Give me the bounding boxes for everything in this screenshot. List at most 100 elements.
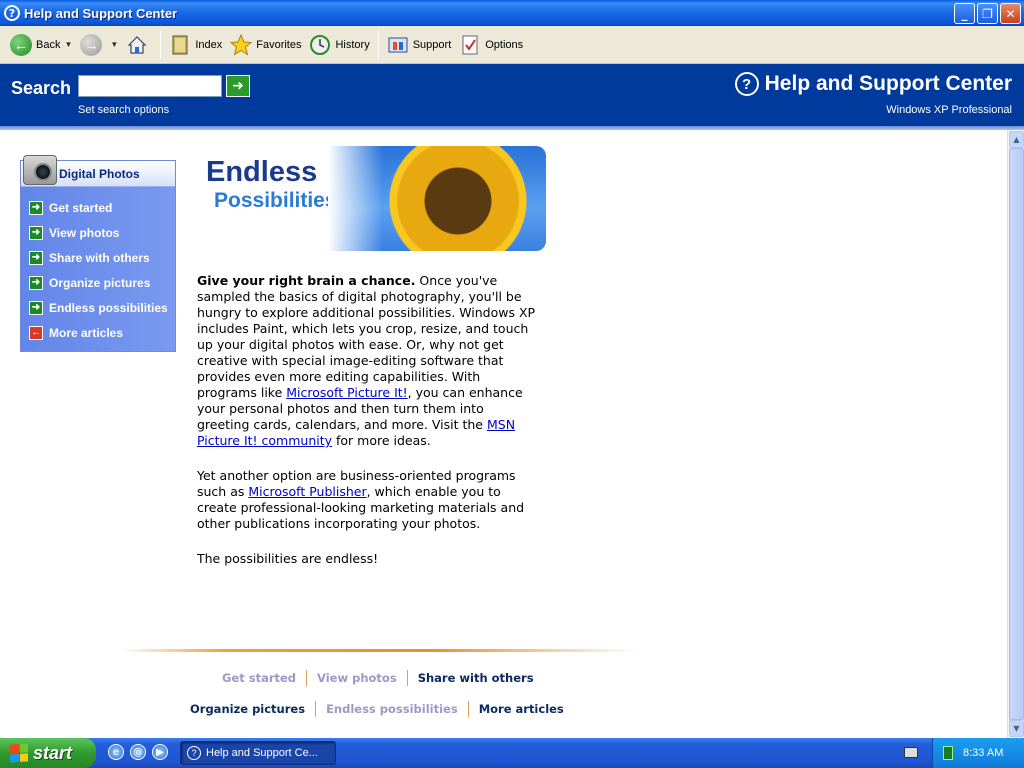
support-button[interactable]: Support: [383, 30, 456, 60]
article-paragraph: Yet another option are business-oriented…: [197, 468, 537, 532]
sidebar-item-view-photos[interactable]: ➜ View photos: [21, 220, 175, 245]
help-icon: ?: [734, 72, 759, 96]
search-band: Search ➜ Set search options ? Help and S…: [0, 64, 1024, 130]
sidebar-title: Digital Photos: [59, 166, 140, 181]
set-search-options-link[interactable]: Set search options: [78, 104, 169, 116]
header-title: ? Help and Support Center: [734, 72, 1012, 96]
banner-title: Endless: [206, 156, 318, 188]
content-pane: Digital Photos ➜ Get started ➜ View phot…: [0, 130, 1007, 738]
footer-nav-row-1: Get started View photos Share with other…: [212, 670, 544, 686]
help-icon: ?: [4, 5, 20, 21]
dropdown-arrow-icon[interactable]: ▼: [110, 40, 118, 49]
footer-link-more-articles[interactable]: More articles: [469, 702, 574, 716]
arrow-right-icon: ➜: [29, 225, 43, 240]
restore-button[interactable]: ❐: [977, 3, 998, 24]
toolbar-separator: [160, 30, 162, 59]
start-label: start: [33, 742, 73, 763]
home-icon: [126, 34, 148, 56]
star-icon: [230, 33, 253, 56]
history-label: History: [335, 38, 370, 51]
taskbar: start e @ ▶ ? Help and Support Ce... 8:3…: [0, 738, 1024, 768]
clock[interactable]: 8:33 AM: [963, 747, 1003, 759]
taskbar-button-help-and-support[interactable]: ? Help and Support Ce...: [180, 741, 336, 765]
sidebar-item-share-with-others[interactable]: ➜ Share with others: [21, 245, 175, 270]
search-go-button[interactable]: ➜: [226, 75, 250, 97]
favorites-button[interactable]: Favorites: [226, 30, 305, 60]
support-label: Support: [412, 38, 452, 51]
close-button[interactable]: ✕: [1000, 3, 1021, 24]
favorites-label: Favorites: [256, 38, 302, 51]
sidebar-item-get-started[interactable]: ➜ Get started: [21, 195, 175, 220]
footer-link-get-started[interactable]: Get started: [212, 671, 306, 685]
footer-link-view-photos[interactable]: View photos: [307, 671, 407, 685]
header-subtitle: Windows XP Professional: [886, 104, 1012, 116]
article-text: Once you've sampled the basics of digita…: [197, 273, 536, 400]
sidebar-header: Digital Photos: [21, 155, 175, 187]
article-body: Give your right brain a chance. Once you…: [197, 273, 537, 586]
arrow-right-icon: ➜: [29, 250, 43, 265]
support-icon: [387, 34, 409, 56]
title-bar: ? Help and Support Center _ ❐ ✕: [0, 0, 1024, 26]
dropdown-arrow-icon[interactable]: ▼: [64, 40, 72, 49]
scroll-thumb[interactable]: [1009, 148, 1024, 720]
index-label: Index: [195, 38, 223, 51]
picture-it-link[interactable]: Microsoft Picture It!: [286, 385, 407, 400]
window-controls: _ ❐ ✕: [954, 3, 1021, 24]
sidebar-item-endless-possibilities[interactable]: ➜ Endless possibilities: [21, 295, 175, 320]
internet-explorer-icon[interactable]: e: [108, 744, 124, 760]
sidebar-item-label: Endless possibilities: [49, 300, 168, 315]
sunflower-image: [328, 146, 546, 251]
sidebar-item-more-articles[interactable]: ← More articles: [21, 320, 175, 345]
media-player-icon[interactable]: ▶: [152, 744, 168, 760]
back-label: Back: [36, 38, 61, 51]
microsoft-publisher-link[interactable]: Microsoft Publisher: [248, 484, 366, 499]
sidebar-item-label: Get started: [49, 200, 113, 215]
arrow-right-icon: ➜: [29, 275, 43, 290]
keyboard-icon[interactable]: [904, 747, 918, 758]
sidebar-item-label: Share with others: [49, 250, 150, 265]
sidebar-item-label: Organize pictures: [49, 275, 151, 290]
scroll-down-button[interactable]: ▼: [1009, 720, 1024, 737]
article-paragraph: Give your right brain a chance. Once you…: [197, 273, 537, 449]
index-button[interactable]: Index: [165, 30, 226, 60]
forward-arrow-icon: →: [80, 33, 103, 56]
scroll-up-button[interactable]: ▲: [1009, 131, 1024, 148]
sidebar-item-label: View photos: [49, 225, 120, 240]
toolbar: ← Back ▼ → ▼ Index Favorites History Sup…: [0, 26, 1024, 64]
options-label: Options: [485, 38, 524, 51]
footer-link-organize-pictures[interactable]: Organize pictures: [180, 702, 315, 716]
forward-button[interactable]: → ▼: [76, 30, 122, 60]
checklist-icon: [459, 34, 481, 56]
arrow-right-icon: ➜: [29, 300, 43, 315]
topic-sidebar: Digital Photos ➜ Get started ➜ View phot…: [20, 155, 176, 352]
minimize-button[interactable]: _: [954, 3, 975, 24]
article-paragraph: The possibilities are endless!: [197, 551, 379, 566]
arrow-right-icon: ➜: [232, 78, 244, 94]
vertical-scrollbar[interactable]: ▲ ▼: [1007, 130, 1024, 738]
search-input[interactable]: [78, 75, 222, 97]
sidebar-item-label: More articles: [49, 325, 124, 340]
window-title: Help and Support Center: [24, 5, 178, 21]
home-button[interactable]: [122, 30, 156, 60]
help-icon: ?: [187, 746, 201, 760]
camera-icon: [23, 155, 57, 185]
toolbar-separator: [377, 30, 379, 59]
header-title-text: Help and Support Center: [764, 72, 1012, 95]
options-button[interactable]: Options: [455, 30, 527, 60]
endless-possibilities-banner: Endless Possibilities: [198, 146, 546, 251]
back-arrow-icon: ←: [10, 33, 32, 56]
outlook-express-icon[interactable]: @: [130, 744, 146, 760]
taskbar-button-label: Help and Support Ce...: [206, 747, 318, 759]
arrow-right-icon: ➜: [29, 200, 43, 215]
article-lead: Give your right brain a chance.: [197, 273, 416, 288]
book-icon: [169, 34, 191, 56]
back-button[interactable]: ← Back ▼: [6, 30, 76, 60]
start-button[interactable]: start: [0, 738, 96, 768]
search-label: Search: [11, 78, 72, 98]
footer-link-share-with-others[interactable]: Share with others: [408, 671, 544, 685]
sidebar-item-organize-pictures[interactable]: ➜ Organize pictures: [21, 270, 175, 295]
history-button[interactable]: History: [305, 30, 373, 60]
footer-link-endless-possibilities[interactable]: Endless possibilities: [316, 702, 468, 716]
footer-nav-row-2: Organize pictures Endless possibilities …: [180, 701, 574, 717]
network-icon[interactable]: [943, 746, 953, 760]
